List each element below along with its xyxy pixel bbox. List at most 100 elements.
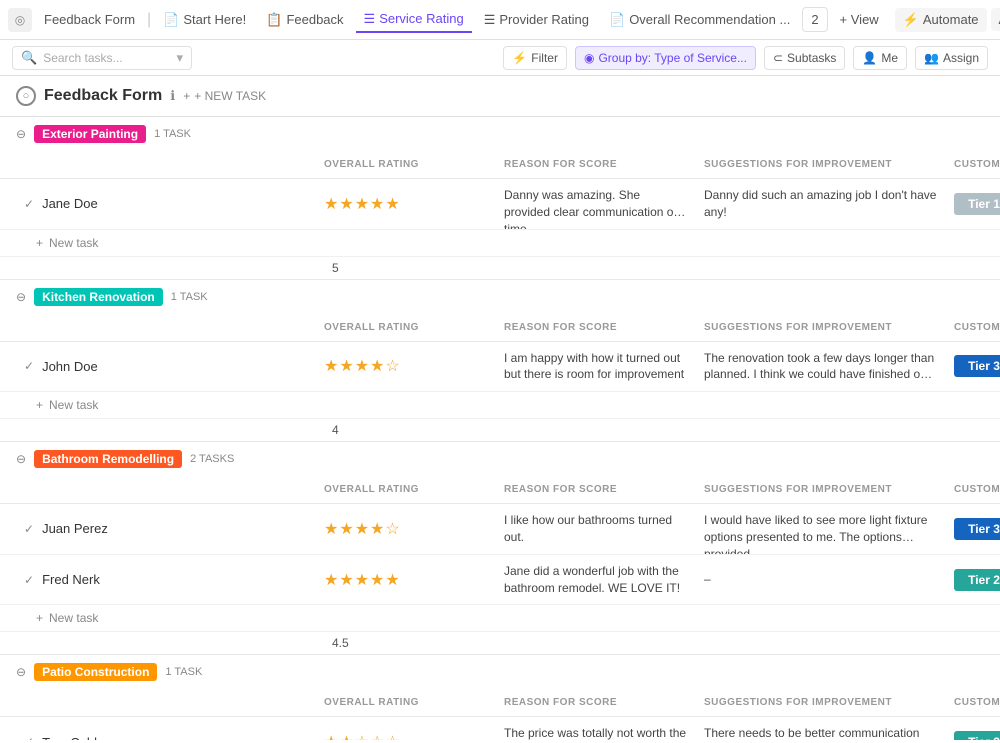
main-content: ⊖ Exterior Painting 1 TASK OVERALL RATIN… [0,117,1000,740]
table-row[interactable]: ✓ Juan Perez ★★★★☆ I like how our bathro… [0,504,1000,555]
table-row[interactable]: ✓ Jane Doe ★★★★★ Danny was amazing. She … [0,179,1000,230]
task-reason: I like how our bathrooms turned out. [496,504,696,554]
search-dropdown-icon: ▾ [176,50,183,66]
tab-overall-recommendation[interactable]: 📄 Overall Recommendation ... [601,8,798,32]
page-icon: 📄 [163,12,179,28]
task-check-icon[interactable]: ✓ [24,522,34,536]
toolbar: 🔍 Search tasks... ▾ ⚡ Filter ◉ Group by:… [0,40,1000,76]
table-row[interactable]: ✓ Tom Cobley ★★☆☆☆ The price was totally… [0,717,1000,740]
subtasks-button[interactable]: ⊂ Subtasks [764,46,845,70]
doc-icon: 📄 [609,12,625,28]
search-placeholder: Search tasks... [43,51,122,65]
assign-button[interactable]: Assign [991,8,1000,31]
group-exterior-painting: ⊖ Exterior Painting 1 TASK OVERALL RATIN… [0,117,1000,280]
new-task-row-bathroom-remodelling[interactable]: +New task [0,605,1000,632]
new-task-row-exterior-painting[interactable]: +New task [0,230,1000,257]
me-button[interactable]: 👤 Me [853,46,907,70]
task-suggestions: There needs to be better communication b… [696,717,946,740]
views-count-badge[interactable]: 2 [802,7,827,32]
col-customer-tier: CUSTOMER TIER [946,480,1000,499]
col-customer-tier: CUSTOMER TIER [946,693,1000,712]
new-task-row-kitchen-renovation[interactable]: + New task [0,392,1000,419]
task-rating: ★★★★★ [316,186,496,222]
group-tag-patio-construction: Patio Construction [34,663,157,681]
page-title: Feedback Form [44,87,162,105]
plus-icon: + [36,398,43,412]
plus-icon: + [183,89,190,103]
task-suggestions: The renovation took a few days longer th… [696,342,946,392]
group-toggle-kitchen-renovation[interactable]: ⊖ [16,290,26,304]
group-tag-bathroom-remodelling: Bathroom Remodelling [34,450,182,468]
app-icon: ◎ [8,8,32,32]
filter-icon: ⚡ [512,51,527,65]
avg-row-bathroom-remodelling: 4.5 [0,632,1000,655]
task-check-icon[interactable]: ✓ [24,573,34,587]
task-name[interactable]: John Doe [42,359,98,374]
assign-icon: 👥 [924,51,939,65]
tier-badge: Tier 2 [954,731,1000,740]
automate-button[interactable]: ⚡ Automate [895,8,987,32]
search-box[interactable]: 🔍 Search tasks... ▾ [12,46,192,70]
col-reason: REASON FOR SCORE [496,480,696,499]
group-count-bathroom-remodelling: 2 TASKS [190,453,234,465]
table-row[interactable]: ✓ John Doe ★★★★☆ I am happy with how it … [0,342,1000,393]
group-toggle-exterior-painting[interactable]: ⊖ [16,127,26,141]
task-check-icon[interactable]: ✓ [24,735,34,740]
col-overall-rating: OVERALL RATING [316,318,496,337]
tab-provider-rating[interactable]: ☰ Provider Rating [476,8,597,32]
table-row[interactable]: ✓ Fred Nerk ★★★★★ Jane did a wonderful j… [0,555,1000,606]
tab-service-rating[interactable]: ☰ Service Rating [356,7,472,33]
col-suggestions: SUGGESTIONS FOR IMPROVEMENT [696,480,946,499]
task-name[interactable]: Tom Cobley [42,735,111,740]
task-rating: ★★★★☆ [316,348,496,384]
nav-app-title[interactable]: Feedback Form [36,8,143,31]
info-icon[interactable]: ℹ [170,88,175,104]
add-view-button[interactable]: + View [832,8,887,31]
page-header: ○ Feedback Form ℹ + + NEW TASK [0,76,1000,117]
task-name-cell: ✓ Juan Perez [16,513,316,544]
subtasks-icon: ⊂ [773,51,783,65]
top-nav: ◎ Feedback Form | 📄 Start Here! 📋 Feedba… [0,0,1000,40]
task-customer-tier: Tier 3 [946,510,1000,548]
me-icon: 👤 [862,51,877,65]
new-task-button[interactable]: + + NEW TASK [183,89,266,103]
group-by-button[interactable]: ◉ Group by: Type of Service... [575,46,756,70]
tier-badge: Tier 1 [954,193,1000,215]
group-toggle-patio-construction[interactable]: ⊖ [16,665,26,679]
col-suggestions: SUGGESTIONS FOR IMPROVEMENT [696,155,946,174]
task-name[interactable]: Jane Doe [42,196,98,211]
group-toggle-bathroom-remodelling[interactable]: ⊖ [16,452,26,466]
table-header-exterior-painting: OVERALL RATING REASON FOR SCORE SUGGESTI… [0,151,1000,179]
task-check-icon[interactable]: ✓ [24,359,34,373]
col-reason: REASON FOR SCORE [496,693,696,712]
group-header-bathroom-remodelling: ⊖ Bathroom Remodelling 2 TASKS [0,442,1000,476]
task-reason: I am happy with how it turned out but th… [496,342,696,392]
new-task-label: New task [49,236,98,250]
col-customer-tier: CUSTOMER TIER [946,155,1000,174]
avg-row-kitchen-renovation: 4 [0,419,1000,442]
tab-start[interactable]: 📄 Start Here! [155,8,254,32]
task-name[interactable]: Fred Nerk [42,572,100,587]
col-task-name [16,480,316,499]
task-name-cell: ✓ Tom Cobley [16,727,316,740]
group-tag-exterior-painting: Exterior Painting [34,125,146,143]
col-reason: REASON FOR SCORE [496,155,696,174]
table-header-bathroom-remodelling: OVERALL RATING REASON FOR SCORE SUGGESTI… [0,476,1000,504]
filter-button[interactable]: ⚡ Filter [503,46,567,70]
col-task-name [16,318,316,337]
task-name[interactable]: Juan Perez [42,521,108,536]
group-count-patio-construction: 1 TASK [165,666,202,678]
automate-icon: ⚡ [903,12,919,28]
task-rating: ★★★★☆ [316,511,496,547]
tab-feedback[interactable]: 📋 Feedback [258,8,351,32]
toolbar-assign-button[interactable]: 👥 Assign [915,46,988,70]
tier-badge: Tier 3 [954,355,1000,377]
group-bathroom-remodelling: ⊖ Bathroom Remodelling 2 TASKS OVERALL R… [0,442,1000,655]
group-header-kitchen-renovation: ⊖ Kitchen Renovation 1 TASK [0,280,1000,314]
nav-divider: | [147,11,151,29]
task-customer-tier: Tier 2 [946,723,1000,740]
new-task-label: New task [49,398,98,412]
task-check-icon[interactable]: ✓ [24,197,34,211]
group-tag-kitchen-renovation: Kitchen Renovation [34,288,163,306]
task-suggestions: Danny did such an amazing job I don't ha… [696,179,946,229]
